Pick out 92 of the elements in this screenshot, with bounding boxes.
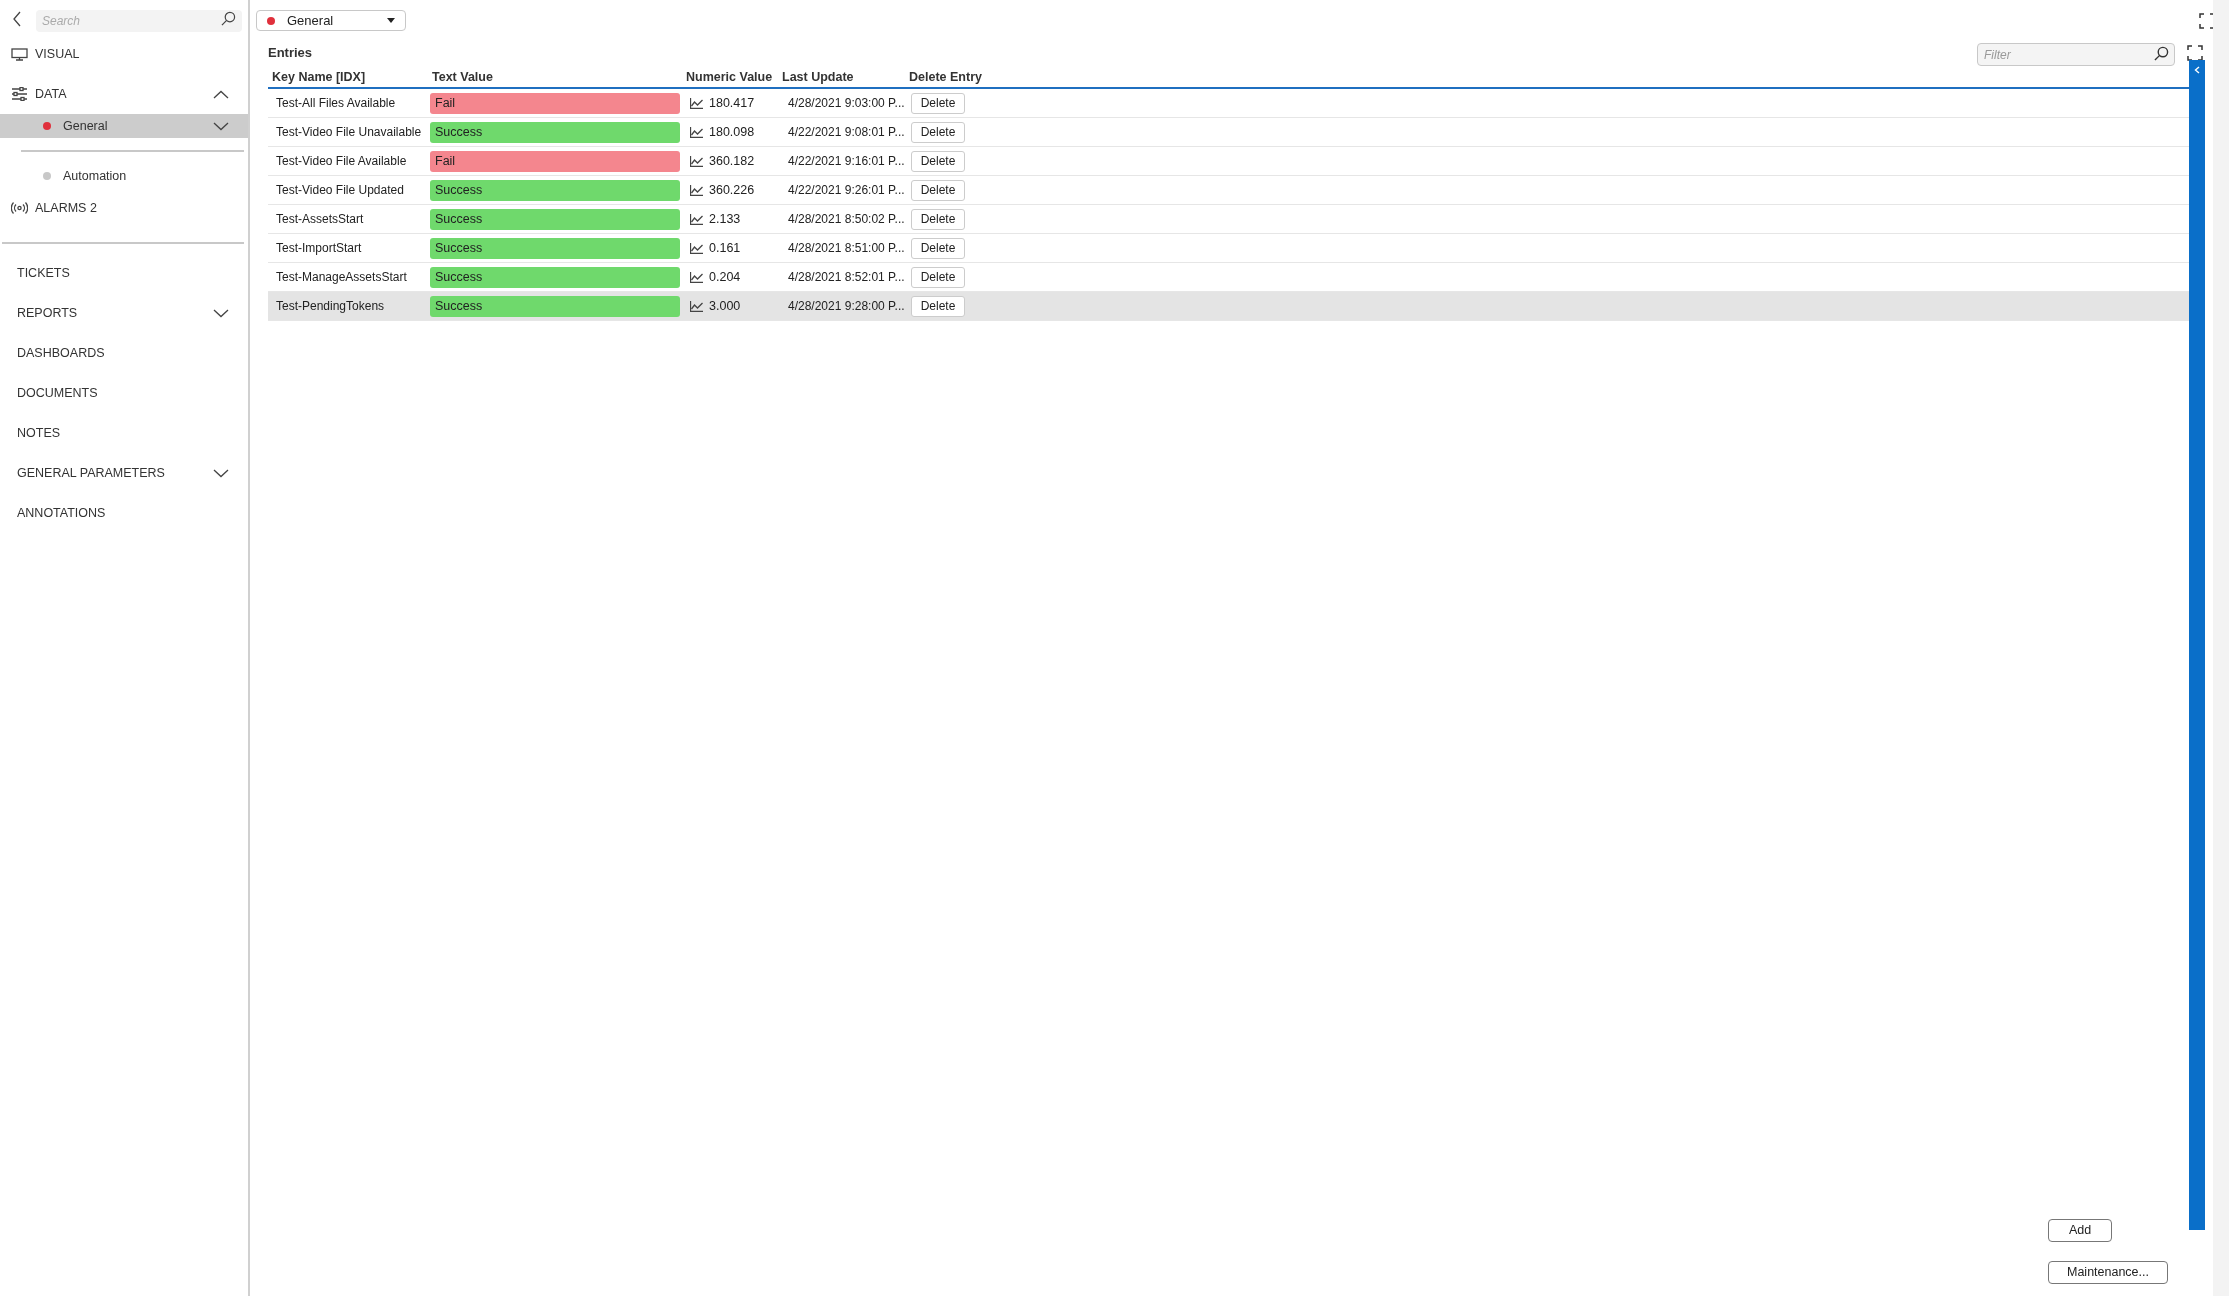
- action-button[interactable]: Maintenance...: [2048, 1261, 2168, 1284]
- table-cell-text: Test-Video File Updated: [275, 182, 405, 199]
- table-cell-text: Test-All Files Available: [275, 95, 397, 112]
- line-chart-icon[interactable]: [690, 300, 703, 312]
- sliders-icon: [11, 87, 28, 101]
- table-cell-text: 360.182: [709, 152, 755, 170]
- table-cell-text: 4/28/2021 8:51:00 P...: [787, 240, 906, 257]
- line-chart-icon[interactable]: [690, 126, 703, 138]
- group-dropdown[interactable]: General: [256, 10, 406, 31]
- nav-item[interactable]: DOCUMENTS: [17, 383, 229, 403]
- table-row[interactable]: Test-Video File Updated Success 360.226 4/22/2021 9:26:01 P... Delete: [268, 176, 2189, 205]
- nav-item[interactable]: DASHBOARDS: [17, 343, 229, 363]
- status-value: Success: [430, 295, 680, 317]
- table-cell-text: 4/28/2021 8:52:01 P...: [787, 269, 906, 286]
- column-header: Key Name [IDX]: [271, 69, 367, 87]
- column-header: Delete Entry: [909, 69, 983, 87]
- tree-item[interactable]: Automation: [0, 164, 248, 188]
- dropdown-arrow-icon: [387, 18, 395, 23]
- filter-field[interactable]: Filter: [1977, 43, 2175, 66]
- search-icon[interactable]: [221, 11, 236, 26]
- table-row[interactable]: Test-All Files Available Fail 180.417 4/28/2021 9:03:00 P... Delete: [268, 89, 2189, 118]
- table-row[interactable]: Test-PendingTokens Success 3.000 4/28/2021 9:28:00 P... Delete: [268, 292, 2189, 321]
- nav-item[interactable]: ALARMS 2: [35, 198, 229, 218]
- delete-button[interactable]: Delete: [911, 208, 965, 230]
- nav-item[interactable]: NOTES: [17, 423, 229, 443]
- table-cell-text: Test-ImportStart: [275, 240, 363, 257]
- nav-item[interactable]: VISUAL: [35, 44, 229, 64]
- section-title: Entries: [268, 44, 313, 63]
- table-row[interactable]: Test-Video File Available Fail 360.182 4/22/2021 9:16:01 P... Delete: [268, 147, 2189, 176]
- table-cell-text: Test-Video File Available: [275, 153, 408, 170]
- status-value: Success: [430, 179, 680, 201]
- line-chart-icon[interactable]: [690, 271, 703, 283]
- nav-item[interactable]: DATA: [35, 84, 206, 104]
- status-value: Success: [430, 237, 680, 259]
- status-value: Fail: [430, 150, 680, 172]
- status-value: Success: [430, 121, 680, 143]
- nav-item[interactable]: ANNOTATIONS: [17, 503, 229, 523]
- table-cell-text: 4/22/2021 9:16:01 P...: [787, 153, 906, 170]
- column-header: Last Update: [782, 69, 855, 87]
- delete-button[interactable]: Delete: [911, 237, 965, 259]
- table-cell-text: Test-Video File Unavailable: [275, 124, 423, 141]
- chevron-down-icon[interactable]: [213, 308, 229, 318]
- line-chart-icon[interactable]: [690, 213, 703, 225]
- status-value: Success: [430, 266, 680, 288]
- table-cell-text: 0.161: [709, 239, 741, 257]
- table-cell-text: 4/28/2021 9:03:00 P...: [787, 95, 906, 112]
- fullscreen-icon[interactable]: [2199, 12, 2215, 29]
- chevron-down-icon[interactable]: [213, 121, 229, 131]
- table-row[interactable]: Test-ImportStart Success 0.161 4/28/2021 8:51:00 P... Delete: [268, 234, 2189, 263]
- line-chart-icon[interactable]: [690, 155, 703, 167]
- delete-button[interactable]: Delete: [911, 92, 965, 114]
- table-cell-text: Test-AssetsStart: [275, 211, 365, 228]
- table-cell-text: 3.000: [709, 297, 741, 315]
- table-cell-text: 4/28/2021 8:50:02 P...: [787, 211, 906, 228]
- column-header: Text Value: [431, 69, 494, 87]
- broadcast-icon: [11, 202, 28, 214]
- table-cell-text: 360.226: [709, 181, 755, 199]
- delete-button[interactable]: Delete: [911, 179, 965, 201]
- line-chart-icon[interactable]: [690, 242, 703, 254]
- table-cell-text: 0.204: [709, 268, 741, 286]
- action-button[interactable]: Add: [2048, 1219, 2112, 1242]
- chevron-left-icon[interactable]: [2194, 66, 2200, 74]
- table-cell-text: 4/22/2021 9:26:01 P...: [787, 182, 906, 199]
- fullscreen-icon[interactable]: [2187, 45, 2203, 61]
- delete-button[interactable]: Delete: [911, 295, 965, 317]
- table-cell-text: Test-PendingTokens: [275, 298, 386, 315]
- line-chart-icon[interactable]: [690, 184, 703, 196]
- chevron-up-icon[interactable]: [213, 89, 229, 99]
- search-icon[interactable]: [2154, 45, 2169, 61]
- delete-button[interactable]: Delete: [911, 150, 965, 172]
- table-cell-text: 4/22/2021 9:08:01 P...: [787, 124, 906, 141]
- nav-item[interactable]: REPORTS: [17, 303, 213, 323]
- table-row[interactable]: Test-AssetsStart Success 2.133 4/28/2021 8:50:02 P... Delete: [268, 205, 2189, 234]
- back-icon[interactable]: [12, 11, 22, 27]
- tree-item[interactable]: General: [0, 114, 248, 138]
- monitor-icon: [11, 47, 28, 61]
- table-cell-text: 180.098: [709, 123, 755, 141]
- status-value: Success: [430, 208, 680, 230]
- table-cell-text: Test-ManageAssetsStart: [275, 269, 408, 286]
- line-chart-icon[interactable]: [690, 97, 703, 109]
- table-cell-text: 2.133: [709, 210, 741, 228]
- nav-item[interactable]: TICKETS: [17, 263, 229, 283]
- table-row[interactable]: Test-Video File Unavailable Success 180.098 4/22/2021 9:08:01 P... Delete: [268, 118, 2189, 147]
- status-value: Fail: [430, 92, 680, 114]
- delete-button[interactable]: Delete: [911, 121, 965, 143]
- chevron-down-icon[interactable]: [213, 468, 229, 478]
- delete-button[interactable]: Delete: [911, 266, 965, 288]
- column-header: Numeric Value: [686, 69, 774, 87]
- nav-item[interactable]: GENERAL PARAMETERS: [17, 463, 213, 483]
- table-cell-text: 4/28/2021 9:28:00 P...: [787, 298, 906, 315]
- table-cell-text: 180.417: [709, 94, 755, 112]
- search-field[interactable]: Search: [36, 10, 242, 32]
